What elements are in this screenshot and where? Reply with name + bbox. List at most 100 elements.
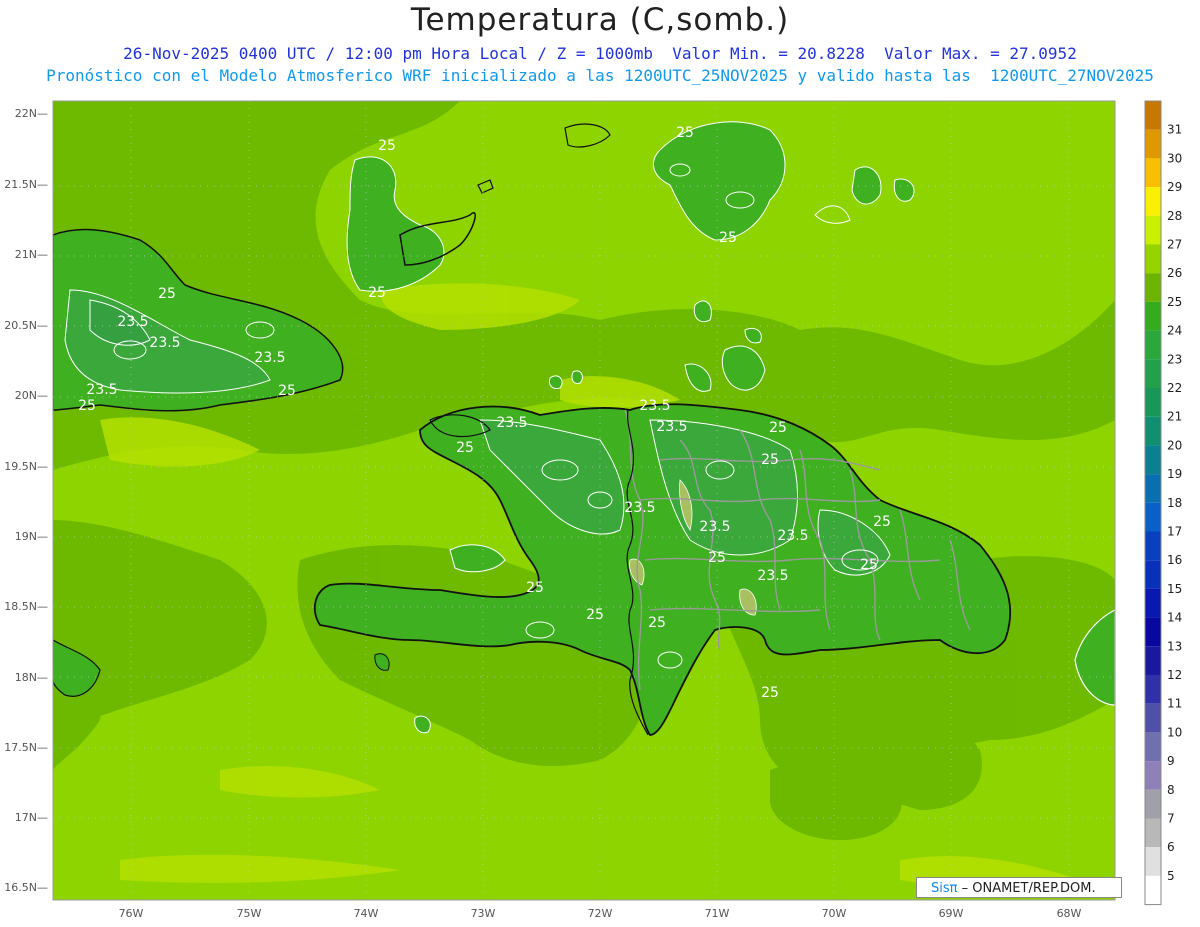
contour-label: 25 — [368, 285, 386, 301]
contour-label: 23.5 — [757, 568, 788, 584]
colorbar-swatch — [1145, 187, 1161, 216]
latitude-label: 19.5N— — [4, 460, 48, 473]
colorbar-swatch — [1145, 847, 1161, 876]
contour-label: 25 — [586, 607, 604, 623]
longitude-label: 71W — [705, 907, 730, 920]
colorbar-swatch — [1145, 416, 1161, 446]
colorbar-swatch — [1145, 761, 1161, 790]
colorbar-swatch — [1145, 531, 1161, 561]
contour-label: 23.5 — [656, 419, 687, 435]
contour-label: 23.5 — [254, 350, 285, 366]
colorbar-label: 28 — [1167, 209, 1182, 223]
contour-label: 25 — [78, 398, 96, 414]
colorbar-label: 8 — [1167, 783, 1175, 797]
sispi-logo: Sisπ — [931, 881, 958, 896]
colorbar-label: 12 — [1167, 668, 1182, 682]
contour-label: 23.5 — [624, 500, 655, 516]
colorbar-label: 17 — [1167, 525, 1182, 539]
contour-label: 25 — [761, 452, 779, 468]
latitude-label: 22N— — [15, 107, 48, 120]
temperature-map: 2525252523.523.523.523.525252523.5 23.525… — [4, 100, 1182, 920]
colorbar-swatch — [1145, 875, 1161, 905]
contour-label: 25 — [648, 615, 666, 631]
contour-label: 25 — [761, 685, 779, 701]
colorbar-swatch — [1145, 330, 1161, 360]
colorbar-label: 20 — [1167, 438, 1182, 452]
colorbar-swatch — [1145, 732, 1161, 762]
latitude-labels: 22N— 21.5N— 21N— 20.5N— 20N— 19.5N— 19N— 18.5N—… — [4, 107, 48, 894]
colorbar-swatch — [1145, 560, 1161, 589]
colorbar-label: 5 — [1167, 869, 1175, 883]
colorbar-label: 11 — [1167, 697, 1182, 711]
contour-label: 25 — [769, 420, 787, 436]
longitude-label: 74W — [354, 907, 379, 920]
contour-label: 25 — [860, 557, 878, 573]
latitude-label: 18N— — [15, 671, 48, 684]
contour-label: 25 — [526, 580, 544, 596]
latitude-label: 20.5N— — [4, 319, 48, 332]
colorbar-swatch — [1145, 474, 1161, 503]
colorbar-swatch — [1145, 273, 1161, 302]
contour-label: 23.5 — [699, 519, 730, 535]
colorbar-label: 30 — [1167, 151, 1182, 165]
latitude-label: 16.5N— — [4, 881, 48, 894]
colorbar-label: 24 — [1167, 324, 1182, 338]
colorbar-label: 6 — [1167, 840, 1175, 854]
colorbar-swatch — [1145, 244, 1161, 274]
colorbar-swatch — [1145, 818, 1161, 848]
colorbar-swatch — [1145, 502, 1161, 532]
colorbar-label: 27 — [1167, 238, 1182, 252]
longitude-label: 75W — [237, 907, 262, 920]
colorbar-swatch — [1145, 445, 1161, 475]
contour-label: 23.5 — [777, 528, 808, 544]
latitude-label: 20N— — [15, 389, 48, 402]
longitude-labels: 76W 75W 74W 73W 72W 71W 70W 69W 68W — [119, 907, 1082, 920]
longitude-label: 70W — [822, 907, 847, 920]
colorbar-swatch — [1145, 703, 1161, 733]
contour-label: 25 — [278, 383, 296, 399]
longitude-label: 73W — [471, 907, 496, 920]
contour-label: 25 — [719, 230, 737, 246]
colorbar-label: 25 — [1167, 295, 1182, 309]
colorbar-label: 13 — [1167, 639, 1182, 653]
colorbar-label: 15 — [1167, 582, 1182, 596]
colorbar-label: 19 — [1167, 467, 1182, 481]
colorbar-label: 31 — [1167, 123, 1182, 137]
contour-label: 23.5 — [149, 335, 180, 351]
contour-label: 23.5 — [496, 415, 527, 431]
colorbar-label: 14 — [1167, 611, 1182, 625]
colorbar-label: 9 — [1167, 754, 1175, 768]
contour-label: 23.5 — [117, 314, 148, 330]
longitude-label: 76W — [119, 907, 144, 920]
contour-label: 25 — [378, 138, 396, 154]
latitude-label: 17N— — [15, 811, 48, 824]
colorbar: 31 30 29 28 27 26 25 24 23 22 21 20 19 18 17 16 15 14 13 12… — [1144, 100, 1182, 906]
longitude-label: 68W — [1057, 907, 1082, 920]
contour-label: 25 — [158, 286, 176, 302]
colorbar-swatch — [1145, 101, 1161, 130]
colorbar-swatch — [1145, 388, 1161, 417]
colorbar-swatch — [1145, 158, 1161, 188]
credit-box: Sisπ – ONAMET/REP.DOM. — [916, 877, 1122, 898]
colorbar-swatch — [1145, 215, 1161, 245]
colorbar-label: 21 — [1167, 410, 1182, 424]
map-area: 2525252523.523.523.523.525252523.5 23.525… — [53, 101, 1115, 900]
colorbar-label: 7 — [1167, 812, 1175, 826]
colorbar-swatch — [1145, 588, 1161, 618]
colorbar-swatch — [1145, 675, 1161, 704]
colorbar-swatch — [1145, 359, 1161, 388]
longitude-label: 72W — [588, 907, 613, 920]
colorbar-label: 29 — [1167, 180, 1182, 194]
contour-label: 25 — [456, 440, 474, 456]
colorbar-label: 10 — [1167, 725, 1182, 739]
colorbar-swatch — [1145, 129, 1161, 159]
longitude-label: 69W — [939, 907, 964, 920]
colorbar-label: 16 — [1167, 553, 1182, 567]
latitude-label: 19N— — [15, 530, 48, 543]
colorbar-swatch — [1145, 617, 1161, 647]
latitude-label: 17.5N— — [4, 741, 48, 754]
colorbar-swatch — [1145, 789, 1161, 819]
latitude-label: 21.5N— — [4, 178, 48, 191]
colorbar-label: 26 — [1167, 266, 1182, 280]
credit-text: – ONAMET/REP.DOM. — [961, 881, 1096, 896]
